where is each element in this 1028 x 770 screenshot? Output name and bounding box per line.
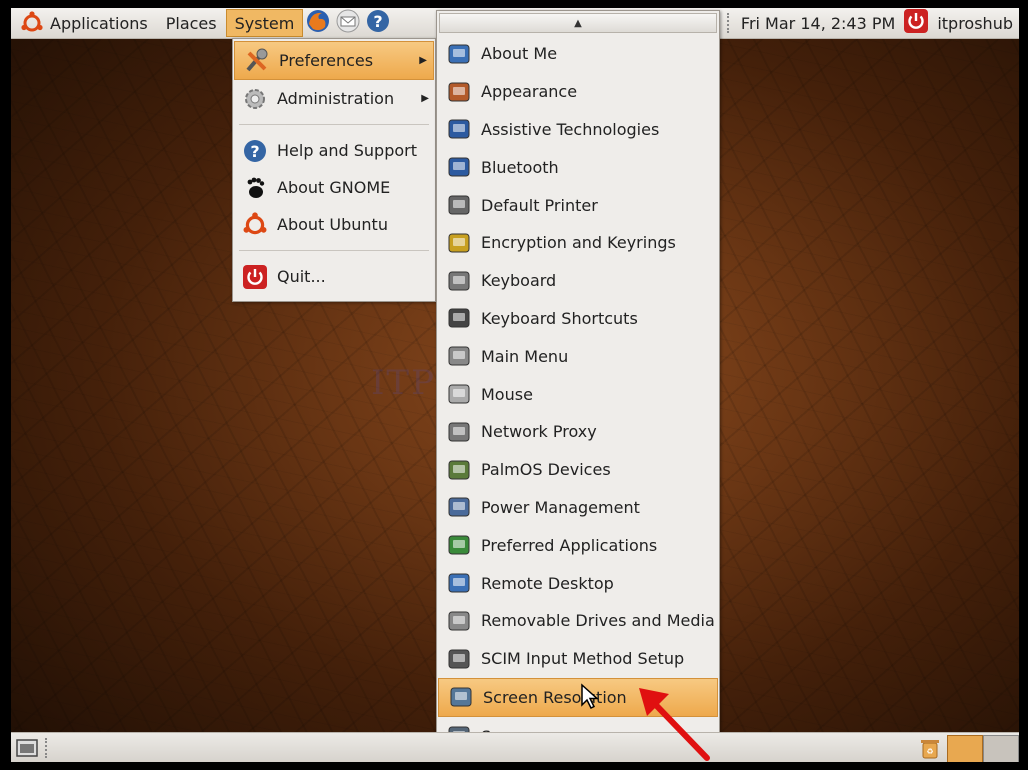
applications-menu[interactable]: Applications (11, 8, 157, 38)
palm-device-icon (445, 456, 473, 484)
monitor-icon (447, 683, 475, 711)
mouse-icon (445, 380, 473, 408)
menu-item-appearance[interactable]: Appearance (437, 73, 719, 111)
removable-drive-icon (445, 607, 473, 635)
remote-desktop-icon (445, 569, 473, 597)
gnome-foot-icon (241, 174, 269, 202)
menu-item-preferences[interactable]: Preferences ▶ (234, 41, 434, 80)
menu-item-about-ubuntu[interactable]: About Ubuntu (233, 206, 435, 243)
menu-item-mouse[interactable]: Mouse (437, 375, 719, 413)
mouse-cursor-icon (580, 683, 600, 713)
main-menu-icon (445, 342, 473, 370)
help-icon[interactable]: ? (365, 8, 391, 38)
workspace-1[interactable] (947, 735, 983, 762)
red-arrow-icon (635, 682, 715, 762)
user-icon (445, 40, 473, 68)
keyboard-icon (445, 267, 473, 295)
appearance-icon (445, 78, 473, 106)
trash-icon[interactable]: ♻ (917, 735, 943, 762)
menu-item-keyboard-shortcuts[interactable]: Keyboard Shortcuts (437, 300, 719, 338)
menu-item-remote-desktop[interactable]: Remote Desktop (437, 564, 719, 602)
power-icon[interactable] (903, 8, 929, 38)
keys-icon (445, 229, 473, 257)
bottom-panel: ♻ (11, 732, 1019, 762)
gear-icon (241, 85, 269, 113)
ubuntu-logo-icon (20, 11, 44, 35)
menu-item-help-and-support[interactable]: ? Help and Support (233, 132, 435, 169)
menu-item-administration[interactable]: Administration ▶ (233, 80, 435, 117)
menu-item-about-gnome[interactable]: About GNOME (233, 169, 435, 206)
menu-item-quit[interactable]: Quit... (233, 258, 435, 295)
preferences-list: About Me Appearance Assistive Technologies… (437, 35, 719, 755)
network-proxy-icon (445, 418, 473, 446)
system-dropdown: Preferences ▶ Administration ▶ ? Help an… (232, 38, 436, 302)
bluetooth-icon (445, 153, 473, 181)
menu-item-default-printer[interactable]: Default Printer (437, 186, 719, 224)
help-icon: ? (241, 137, 269, 165)
panel-grip (45, 738, 51, 758)
separator (239, 124, 429, 125)
menu-item-bluetooth[interactable]: Bluetooth (437, 148, 719, 186)
user-name[interactable]: itproshub (937, 14, 1013, 33)
menu-item-power-management[interactable]: Power Management (437, 489, 719, 527)
panel-grip (726, 13, 733, 33)
separator (239, 250, 429, 251)
submenu-arrow-icon: ▶ (419, 55, 427, 66)
menu-item-preferred-applications[interactable]: Preferred Applications (437, 526, 719, 564)
power-management-icon (445, 493, 473, 521)
workspace-2[interactable] (983, 735, 1019, 762)
menu-item-scim-input-method-setup[interactable]: SCIM Input Method Setup (437, 640, 719, 678)
menu-item-assistive-technologies[interactable]: Assistive Technologies (437, 111, 719, 149)
desktop: ITPROSHUB Applications Places System ? (11, 8, 1019, 762)
svg-text:?: ? (374, 12, 383, 31)
svg-text:?: ? (250, 142, 259, 161)
scim-icon (445, 645, 473, 673)
menu-item-about-me[interactable]: About Me (437, 35, 719, 73)
mail-icon[interactable] (335, 8, 361, 38)
preferences-submenu: ▲ About Me Appearance Assistive Technologi… (436, 10, 720, 762)
preferences-icon (243, 47, 271, 75)
menu-item-keyboard[interactable]: Keyboard (437, 262, 719, 300)
submenu-arrow-icon: ▶ (421, 93, 429, 104)
accessibility-icon (445, 115, 473, 143)
printer-icon (445, 191, 473, 219)
svg-text:♻: ♻ (926, 747, 933, 756)
menu-item-palmos-devices[interactable]: PalmOS Devices (437, 451, 719, 489)
ubuntu-logo-icon (241, 211, 269, 239)
menu-item-removable-drives-and-media[interactable]: Removable Drives and Media (437, 602, 719, 640)
power-icon (241, 263, 269, 291)
clock[interactable]: Fri Mar 14, 2:43 PM (741, 14, 895, 33)
scroll-up-button[interactable]: ▲ (439, 13, 717, 33)
menu-item-main-menu[interactable]: Main Menu (437, 337, 719, 375)
system-menu[interactable]: System (225, 9, 304, 37)
preferred-apps-icon (445, 531, 473, 559)
show-desktop-icon[interactable] (15, 736, 39, 762)
menu-item-network-proxy[interactable]: Network Proxy (437, 413, 719, 451)
keyboard-shortcuts-icon (445, 304, 473, 332)
places-menu[interactable]: Places (157, 8, 226, 38)
menu-item-encryption-and-keyrings[interactable]: Encryption and Keyrings (437, 224, 719, 262)
firefox-icon[interactable] (305, 8, 331, 38)
